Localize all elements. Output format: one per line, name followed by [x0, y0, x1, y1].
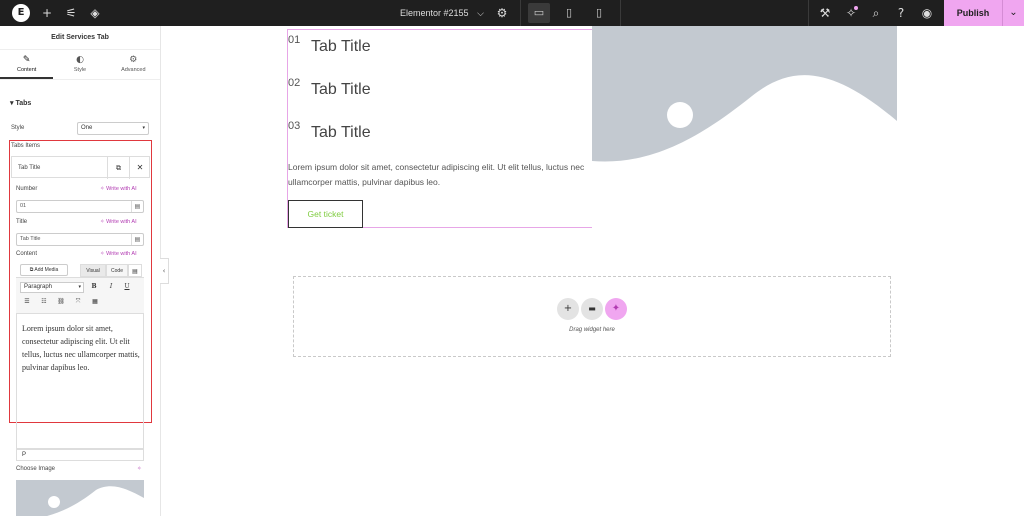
tab-number: 02	[288, 77, 301, 89]
publish-options-chevron-icon[interactable]: ⌄	[1002, 0, 1024, 26]
tab-title: Tab Title	[311, 124, 371, 141]
content-label: Content	[16, 251, 38, 257]
dynamic-tags-icon[interactable]: ▤	[131, 201, 143, 212]
tab-image[interactable]	[592, 26, 897, 228]
underline-icon[interactable]: U	[122, 283, 132, 290]
chevron-down-icon: ⌵	[477, 8, 484, 18]
code-tab[interactable]: Code	[106, 264, 128, 277]
tab-number: 01	[288, 34, 301, 46]
choose-image-label: Choose Image	[16, 466, 56, 472]
image-chooser-thumbnail[interactable]	[16, 480, 144, 516]
fullscreen-icon[interactable]: ⤧	[73, 298, 83, 306]
close-icon[interactable]: ✕	[129, 157, 150, 179]
image-placeholder-icon	[46, 486, 144, 516]
numbered-list-icon[interactable]: ☷	[39, 298, 49, 305]
tab-title: Tab Title	[311, 81, 371, 98]
write-with-ai-content[interactable]: ✧ Write with AI	[100, 251, 137, 257]
number-field[interactable]: 01 ▤	[16, 200, 144, 213]
tabs-items-label: Tabs Items	[11, 143, 41, 149]
page-settings-icon[interactable]: ⚙	[492, 0, 512, 26]
number-label: Number	[16, 186, 38, 192]
title-label: Title	[16, 219, 28, 225]
publish-button[interactable]: Publish	[944, 0, 1002, 26]
chevron-down-icon: ▾	[142, 125, 145, 131]
bold-icon[interactable]: B	[89, 283, 99, 290]
sliders-icon[interactable]: ⚟	[61, 0, 81, 26]
repeater-item-title: Tab Title	[18, 165, 41, 171]
image-placeholder-icon	[592, 75, 897, 228]
ai-sparkle-icon[interactable]: ✦	[605, 298, 627, 320]
style-select[interactable]: One ▾	[77, 122, 149, 135]
tabs-section-toggle[interactable]: ▾ Tabs	[10, 99, 31, 107]
layers-icon[interactable]: ◈	[85, 0, 105, 26]
top-bar: E + ⚟ ◈ Elementor #2155 ⌵ ⚙ ▭ ▯ ▯ ⚒ ✧ ⌕ …	[0, 0, 1024, 26]
write-with-ai-title[interactable]: ✧ Write with AI	[100, 219, 137, 225]
tablet-icon[interactable]: ▯	[558, 3, 580, 23]
get-ticket-button[interactable]: Get ticket	[288, 200, 363, 228]
half-circle-icon: ◐	[76, 55, 84, 65]
italic-icon[interactable]: I	[106, 283, 116, 290]
tab-style[interactable]: ◐ Style	[53, 50, 106, 79]
tools-icon[interactable]: ⚒	[815, 0, 835, 26]
document-title[interactable]: Elementor #2155 ⌵	[400, 0, 484, 26]
add-widget-plus-icon[interactable]: +	[557, 298, 579, 320]
ai-notifications-icon[interactable]: ✧	[841, 0, 861, 26]
help-icon[interactable]: ?	[891, 0, 911, 26]
add-media-button[interactable]: ⧉ Add Media	[20, 264, 68, 276]
bullet-list-icon[interactable]: ☰	[22, 298, 32, 305]
collapse-panel-chevron-icon[interactable]: ‹	[160, 258, 169, 284]
add-element-icon[interactable]: +	[37, 0, 57, 26]
paragraph-format-select[interactable]: Paragraph ▾	[20, 282, 84, 293]
repeater-item-header[interactable]: Tab Title ⧉ ✕	[11, 156, 150, 179]
elementor-logo-icon[interactable]: E	[12, 4, 30, 22]
tab-content-text: Lorem ipsum dolor sit amet, consectetur …	[288, 162, 585, 187]
pencil-icon: ✎	[22, 55, 31, 65]
mobile-icon[interactable]: ▯	[588, 3, 610, 23]
gear-icon: ⚙	[129, 55, 138, 65]
media-icon: ⧉	[29, 267, 34, 273]
editor-path-status: P	[16, 449, 144, 461]
chevron-down-icon: ▾	[78, 284, 81, 290]
title-field[interactable]: Tab Title ▤	[16, 233, 144, 246]
desktop-icon[interactable]: ▭	[528, 3, 550, 23]
search-icon[interactable]: ⌕	[866, 0, 886, 26]
tab-content[interactable]: ✎ Content	[0, 50, 54, 79]
template-library-folder-icon[interactable]: ▬	[581, 298, 603, 320]
panel-title: Edit Services Tab	[0, 26, 160, 50]
ai-image-icon[interactable]: ✧	[137, 466, 142, 472]
toolbar-toggle-icon[interactable]: ▦	[90, 298, 100, 305]
link-icon[interactable]: ⛓	[56, 298, 66, 305]
editor-content-text[interactable]: Lorem ipsum dolor sit amet, consectetur …	[22, 322, 142, 374]
drag-widget-hint: Drag widget here	[569, 327, 615, 333]
tab-title: Tab Title	[311, 38, 371, 55]
tab-number: 03	[288, 120, 301, 132]
duplicate-icon[interactable]: ⧉	[107, 157, 129, 179]
editor-panel: Edit Services Tab ✎ Content ◐ Style ⚙ Ad…	[0, 26, 161, 516]
panel-tabs: ✎ Content ◐ Style ⚙ Advanced	[0, 50, 160, 80]
caret-down-icon: ▾	[10, 100, 14, 107]
style-label: Style	[11, 125, 25, 131]
dynamic-tags-icon[interactable]: ▤	[128, 264, 142, 277]
dynamic-tags-icon[interactable]: ▤	[131, 234, 143, 245]
preview-eye-icon[interactable]: ◉	[917, 0, 937, 26]
write-with-ai-number[interactable]: ✧ Write with AI	[100, 186, 137, 192]
tab-advanced[interactable]: ⚙ Advanced	[107, 50, 160, 79]
visual-tab[interactable]: Visual	[80, 264, 106, 277]
